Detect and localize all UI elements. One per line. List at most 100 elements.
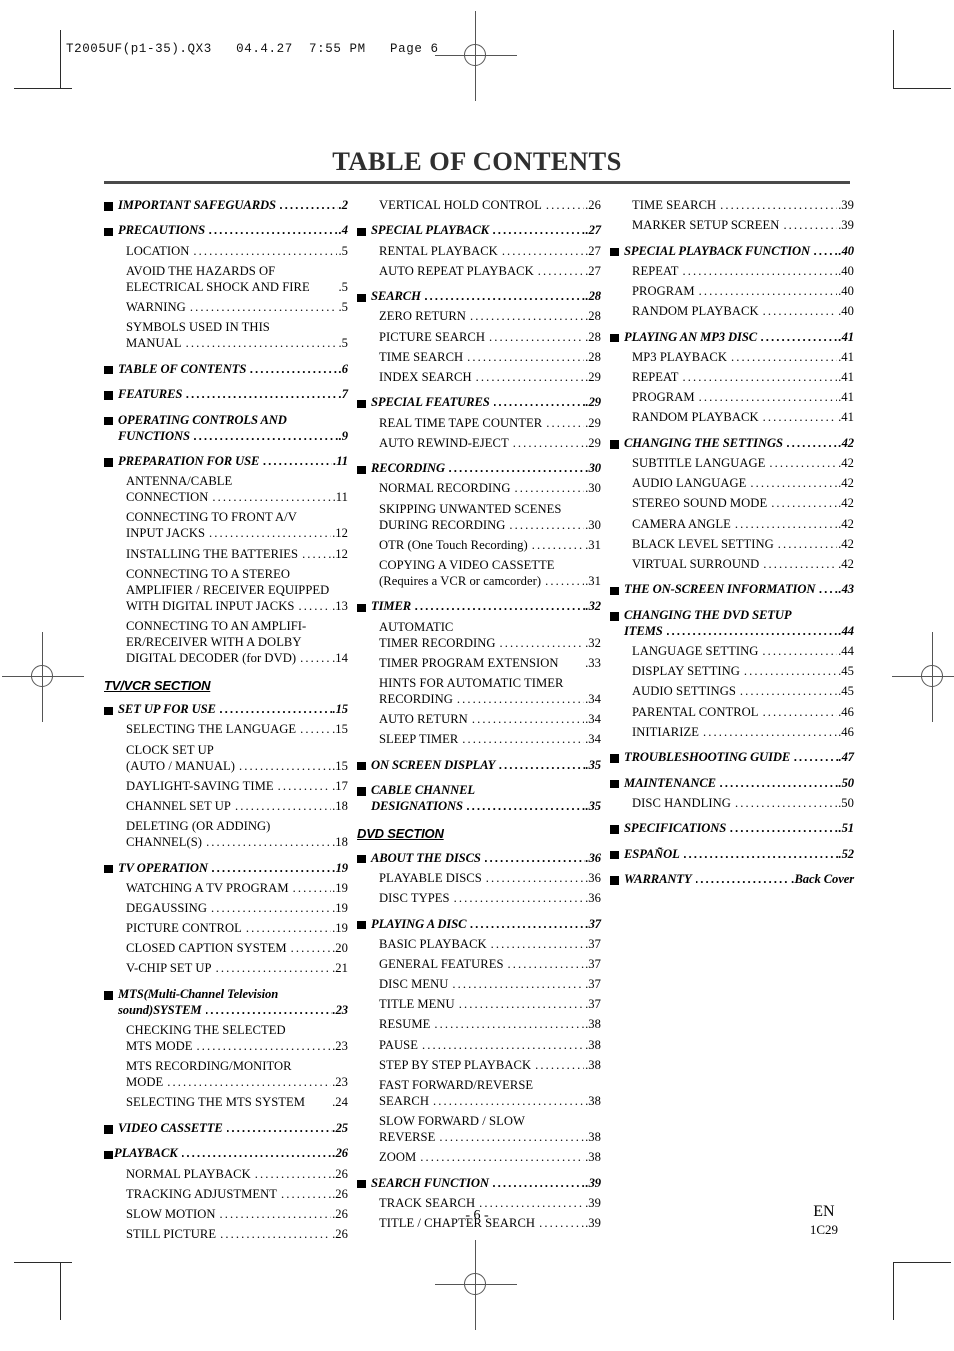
toc-entry-language-setting[interactable]: LANGUAGE SETTING .44 <box>610 644 854 660</box>
toc-entry-tracking-adjustment[interactable]: TRACKING ADJUSTMENT .26 <box>104 1187 348 1203</box>
toc-entry-camera-angle[interactable]: CAMERA ANGLE .42 <box>610 517 854 533</box>
toc-entry-picture-control[interactable]: PICTURE CONTROL .19 <box>104 921 348 937</box>
toc-entry-still-picture[interactable]: STILL PICTURE .26 <box>104 1227 348 1243</box>
toc-entry-title-menu[interactable]: TITLE MENU .37 <box>357 997 601 1013</box>
toc-entry-normal-recording[interactable]: NORMAL RECORDING .30 <box>357 481 601 497</box>
toc-entry-time-search[interactable]: TIME SEARCH .39 <box>610 198 854 214</box>
toc-entry-special-playback[interactable]: SPECIAL PLAYBACK .27 <box>357 223 601 239</box>
toc-entry-audio-settings[interactable]: AUDIO SETTINGS .45 <box>610 684 854 700</box>
toc-entry-precautions[interactable]: PRECAUTIONS .4 <box>104 223 348 239</box>
toc-entry-auto-rewind-eject[interactable]: AUTO REWIND-EJECT .29 <box>357 436 601 452</box>
toc-entry-cable-channel[interactable]: CABLE CHANNELDESIGNATIONS .35 <box>357 783 601 815</box>
toc-entry-stereo-sound-mode[interactable]: STEREO SOUND MODE .42 <box>610 496 854 512</box>
toc-entry-fast-forward-reverse[interactable]: FAST FORWARD/REVERSESEARCH .38 <box>357 1078 601 1110</box>
toc-entry-connecting-to-a-stereo[interactable]: CONNECTING TO A STEREO AMPLIFIER / RECEIV… <box>104 567 348 615</box>
toc-entry-initiarize[interactable]: INITIARIZE .46 <box>610 725 854 741</box>
toc-entry-auto-return[interactable]: AUTO RETURN .34 <box>357 712 601 728</box>
toc-entry-playing-a-disc[interactable]: PLAYING A DISC .37 <box>357 917 601 933</box>
toc-entry-playing-an-mp3-disc[interactable]: PLAYING AN MP3 DISC .41 <box>610 330 854 346</box>
toc-entry-selecting-the-language[interactable]: SELECTING THE LANGUAGE .15 <box>104 722 348 738</box>
toc-entry-warranty[interactable]: WARRANTY .Back Cover <box>610 872 854 888</box>
toc-entry-checking-the-selected[interactable]: CHECKING THE SELECTEDMTS MODE .23 <box>104 1023 348 1055</box>
toc-entry-connecting-to-front-a-v[interactable]: CONNECTING TO FRONT A/VINPUT JACKS .12 <box>104 510 348 542</box>
toc-entry-step-by-step-playback[interactable]: STEP BY STEP PLAYBACK .38 <box>357 1058 601 1074</box>
toc-entry-search-function[interactable]: SEARCH FUNCTION .39 <box>357 1176 601 1192</box>
toc-entry-degaussing[interactable]: DEGAUSSING .19 <box>104 901 348 917</box>
toc-entry-hints-for-automatic-timer[interactable]: HINTS FOR AUTOMATIC TIMERRECORDING .34 <box>357 676 601 708</box>
toc-entry-symbols-used-in-this[interactable]: SYMBOLS USED IN THISMANUAL .5 <box>104 320 348 352</box>
toc-entry-resume[interactable]: RESUME .38 <box>357 1017 601 1033</box>
toc-entry-on-screen-display[interactable]: ON SCREEN DISPLAY .35 <box>357 758 601 774</box>
toc-entry-recording[interactable]: RECORDING .30 <box>357 461 601 477</box>
toc-entry-subtitle-language[interactable]: SUBTITLE LANGUAGE .42 <box>610 456 854 472</box>
toc-entry-skipping-unwanted-scenes[interactable]: SKIPPING UNWANTED SCENES DURING RECORDING… <box>357 502 601 534</box>
toc-entry-random-playback[interactable]: RANDOM PLAYBACK .41 <box>610 410 854 426</box>
toc-entry-special-features[interactable]: SPECIAL FEATURES .29 <box>357 395 601 411</box>
toc-entry-preparation-for-use[interactable]: PREPARATION FOR USE .11 <box>104 454 348 470</box>
toc-entry-program[interactable]: PROGRAM .40 <box>610 284 854 300</box>
toc-entry-video-cassette[interactable]: VIDEO CASSETTE .25 <box>104 1121 348 1137</box>
toc-entry-index-search[interactable]: INDEX SEARCH .29 <box>357 370 601 386</box>
toc-entry-slow-forward-slow[interactable]: SLOW FORWARD / SLOWREVERSE .38 <box>357 1114 601 1146</box>
toc-entry-clock-set-up[interactable]: CLOCK SET UP(AUTO / MANUAL) .15 <box>104 743 348 775</box>
toc-entry-location[interactable]: LOCATION .5 <box>104 244 348 260</box>
toc-entry-table-of-contents[interactable]: TABLE OF CONTENTS .6 <box>104 362 348 378</box>
toc-entry-deleting-or-adding[interactable]: DELETING (OR ADDING)CHANNEL(S) .18 <box>104 819 348 851</box>
toc-entry-random-playback[interactable]: RANDOM PLAYBACK .40 <box>610 304 854 320</box>
toc-entry-connecting-to-an-amplifi[interactable]: CONNECTING TO AN AMPLIFI- ER/RECEIVER WIT… <box>104 619 348 667</box>
toc-entry-disc-types[interactable]: DISC TYPES .36 <box>357 891 601 907</box>
toc-entry-warning[interactable]: WARNING .5 <box>104 300 348 316</box>
toc-entry-virtual-surround[interactable]: VIRTUAL SURROUND .42 <box>610 557 854 573</box>
toc-entry-important-safeguards[interactable]: IMPORTANT SAFEGUARDS .2 <box>104 198 348 214</box>
toc-entry-marker-setup-screen[interactable]: MARKER SETUP SCREEN .39 <box>610 218 854 234</box>
toc-entry-avoid-the-hazards-of[interactable]: AVOID THE HAZARDS OF ELECTRICAL SHOCK AND… <box>104 264 348 296</box>
toc-entry-copying-a-video-cassette[interactable]: COPYING A VIDEO CASSETTE (Requires a VCR … <box>357 558 601 590</box>
toc-entry-changing-the-settings[interactable]: CHANGING THE SETTINGS .42 <box>610 436 854 452</box>
toc-entry-special-playback-function[interactable]: SPECIAL PLAYBACK FUNCTION .40 <box>610 244 854 260</box>
toc-entry-basic-playback[interactable]: BASIC PLAYBACK .37 <box>357 937 601 953</box>
toc-entry-repeat[interactable]: REPEAT .40 <box>610 264 854 280</box>
toc-entry-program[interactable]: PROGRAM .41 <box>610 390 854 406</box>
toc-entry-normal-playback[interactable]: NORMAL PLAYBACK .26 <box>104 1167 348 1183</box>
toc-entry-mts-recording-monitor[interactable]: MTS RECORDING/MONITORMODE .23 <box>104 1059 348 1091</box>
toc-entry-black-level-setting[interactable]: BLACK LEVEL SETTING .42 <box>610 537 854 553</box>
toc-entry-automatic[interactable]: AUTOMATICTIMER RECORDING .32 <box>357 620 601 652</box>
toc-entry-timer-program-extension[interactable]: TIMER PROGRAM EXTENSION .33 <box>357 656 601 672</box>
toc-entry-repeat[interactable]: REPEAT .41 <box>610 370 854 386</box>
toc-entry-search[interactable]: SEARCH .28 <box>357 289 601 305</box>
toc-entry-picture-search[interactable]: PICTURE SEARCH .28 <box>357 330 601 346</box>
toc-entry-zero-return[interactable]: ZERO RETURN .28 <box>357 309 601 325</box>
toc-entry-installing-the-batteries[interactable]: INSTALLING THE BATTERIES .12 <box>104 547 348 563</box>
toc-entry-sleep-timer[interactable]: SLEEP TIMER .34 <box>357 732 601 748</box>
toc-entry-playback[interactable]: PLAYBACK .26 <box>104 1146 348 1162</box>
toc-entry-tv-operation[interactable]: TV OPERATION .19 <box>104 861 348 877</box>
toc-entry-mp3-playback[interactable]: MP3 PLAYBACK .41 <box>610 350 854 366</box>
toc-entry-vertical-hold-control[interactable]: VERTICAL HOLD CONTROL .26 <box>357 198 601 214</box>
toc-entry-disc-menu[interactable]: DISC MENU .37 <box>357 977 601 993</box>
toc-entry-real-time-tape-counter[interactable]: REAL TIME TAPE COUNTER .29 <box>357 416 601 432</box>
toc-entry-zoom[interactable]: ZOOM .38 <box>357 1150 601 1166</box>
toc-entry-display-setting[interactable]: DISPLAY SETTING .45 <box>610 664 854 680</box>
toc-entry-features[interactable]: FEATURES .7 <box>104 387 348 403</box>
toc-entry-mts-multi-channel-television[interactable]: MTS(Multi-Channel Television sound)SYSTEM… <box>104 987 348 1019</box>
toc-entry-the-on-screen-information[interactable]: THE ON-SCREEN INFORMATION .43 <box>610 582 854 598</box>
toc-entry-auto-repeat-playback[interactable]: AUTO REPEAT PLAYBACK .27 <box>357 264 601 280</box>
toc-entry-disc-handling[interactable]: DISC HANDLING .50 <box>610 796 854 812</box>
toc-entry-selecting-the-mts-system[interactable]: SELECTING THE MTS SYSTEM .24 <box>104 1095 348 1111</box>
toc-entry-parental-control[interactable]: PARENTAL CONTROL .46 <box>610 705 854 721</box>
toc-entry-watching-a-tv-program[interactable]: WATCHING A TV PROGRAM .19 <box>104 881 348 897</box>
toc-entry-timer[interactable]: TIMER .32 <box>357 599 601 615</box>
toc-entry-closed-caption-system[interactable]: CLOSED CAPTION SYSTEM .20 <box>104 941 348 957</box>
toc-entry-about-the-discs[interactable]: ABOUT THE DISCS .36 <box>357 851 601 867</box>
toc-entry-pause[interactable]: PAUSE .38 <box>357 1038 601 1054</box>
toc-entry-operating-controls-and[interactable]: OPERATING CONTROLS ANDFUNCTIONS .9 <box>104 413 348 445</box>
toc-entry-rental-playback[interactable]: RENTAL PLAYBACK .27 <box>357 244 601 260</box>
toc-entry-general-features[interactable]: GENERAL FEATURES .37 <box>357 957 601 973</box>
toc-entry-troubleshooting-guide[interactable]: TROUBLESHOOTING GUIDE .47 <box>610 750 854 766</box>
toc-entry-specifications[interactable]: SPECIFICATIONS .51 <box>610 821 854 837</box>
toc-entry-v-chip-set-up[interactable]: V-CHIP SET UP .21 <box>104 961 348 977</box>
toc-entry-antenna-cable[interactable]: ANTENNA/CABLECONNECTION .11 <box>104 474 348 506</box>
toc-entry-maintenance[interactable]: MAINTENANCE .50 <box>610 776 854 792</box>
toc-entry-changing-the-dvd-setup[interactable]: CHANGING THE DVD SETUPITEMS .44 <box>610 608 854 640</box>
toc-entry-daylight-saving-time[interactable]: DAYLIGHT-SAVING TIME .17 <box>104 779 348 795</box>
